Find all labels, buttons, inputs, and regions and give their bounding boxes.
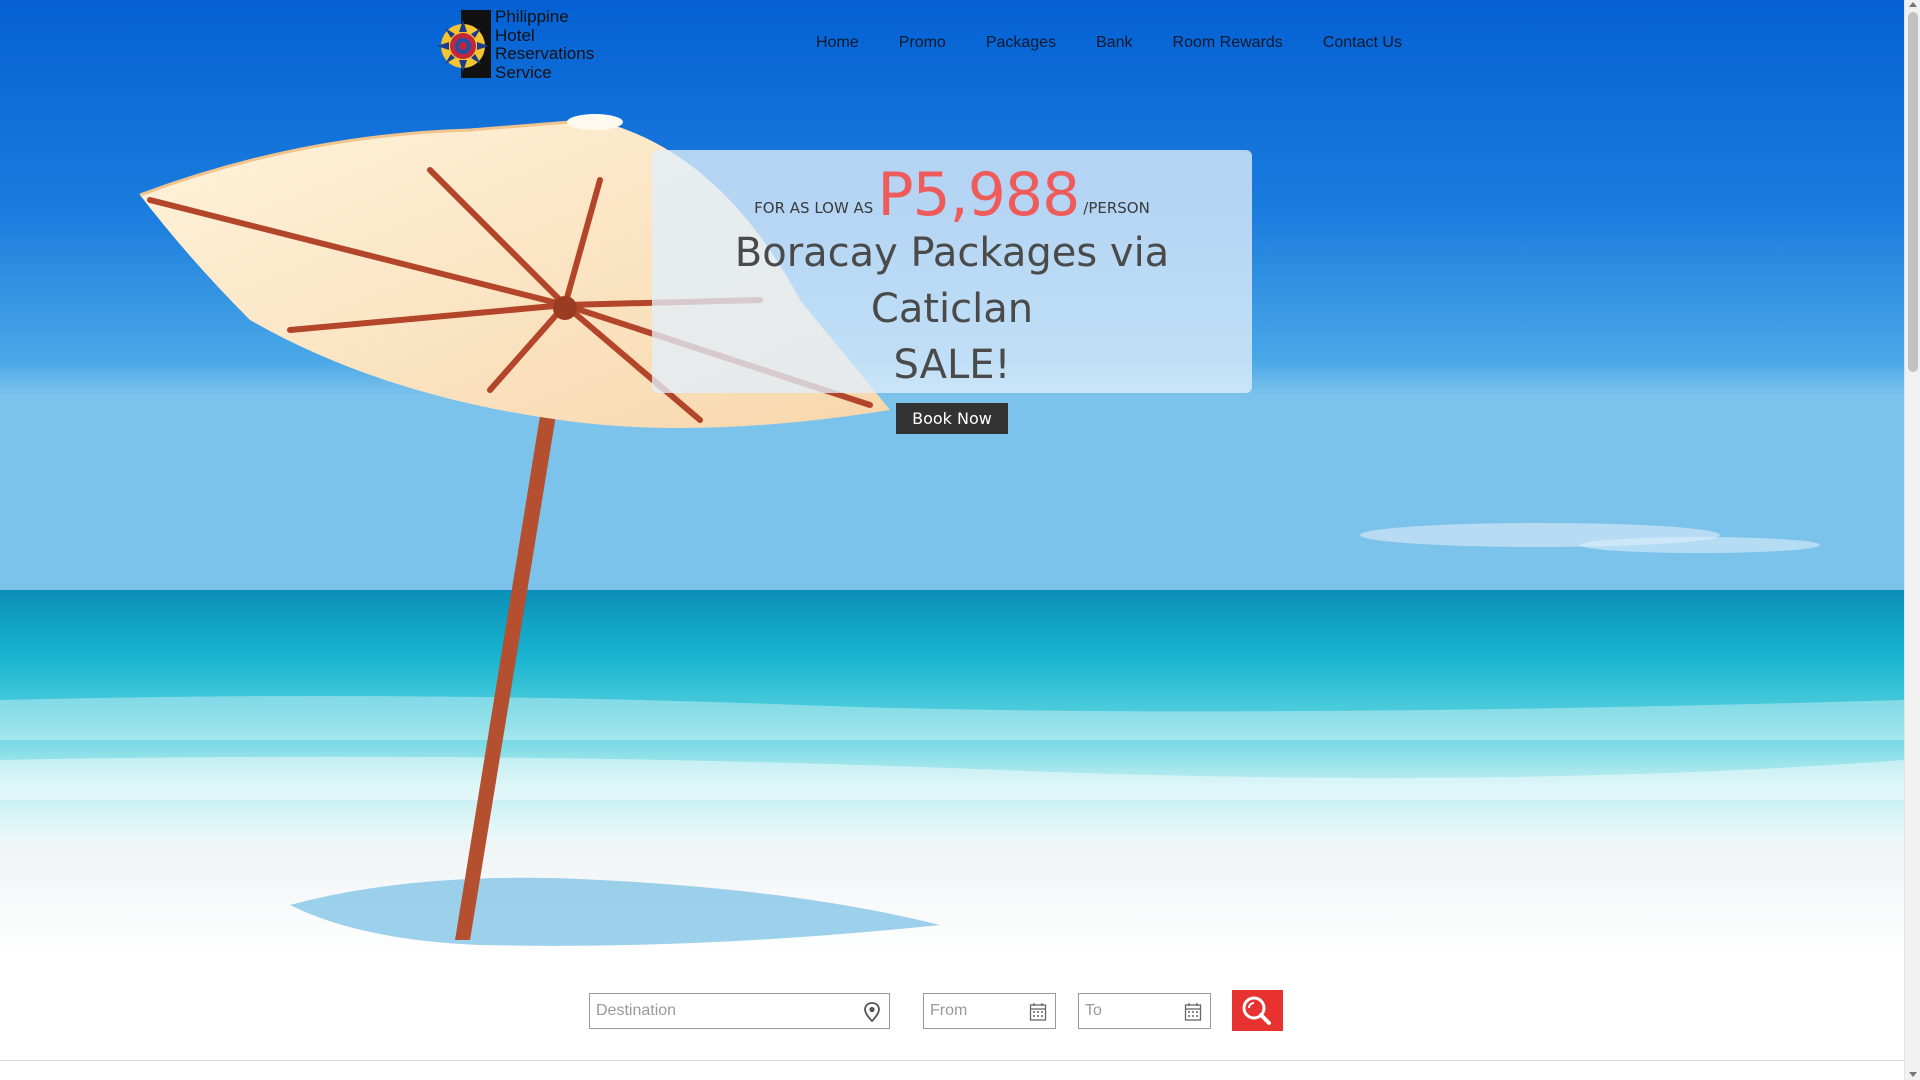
logo-text: Philippine Hotel Reservations Service <box>495 7 595 82</box>
nav-room-rewards[interactable]: Room Rewards <box>1173 34 1283 52</box>
nav-packages[interactable]: Packages <box>986 34 1056 52</box>
nav-contact-us[interactable]: Contact Us <box>1323 34 1402 52</box>
price-line: FOR AS LOW AS P5,988 /PERSON <box>652 163 1252 225</box>
site-logo[interactable]: Philippine Hotel Reservations Service <box>437 7 617 84</box>
nav-promo[interactable]: Promo <box>899 34 946 52</box>
sun-logo-icon <box>437 8 493 80</box>
destination-field <box>589 993 890 1029</box>
page: Philippine Hotel Reservations Service Ho… <box>0 0 1904 1080</box>
search-icon <box>1242 996 1271 1025</box>
search-button[interactable] <box>1232 990 1283 1031</box>
promo-title-line: Boracay Packages via Caticlan <box>734 230 1170 332</box>
logo-line: Reservations <box>495 44 595 63</box>
scroll-up-icon[interactable] <box>1909 2 1917 7</box>
search-bar <box>0 955 1904 1061</box>
nav-home[interactable]: Home <box>816 34 859 52</box>
scrollbar-thumb[interactable] <box>1908 12 1918 372</box>
promo-price: P5,988 <box>877 160 1080 230</box>
logo-line: Hotel <box>495 25 535 45</box>
logo-line: Service <box>495 62 552 82</box>
price-prefix: FOR AS LOW AS <box>754 199 874 217</box>
destination-input[interactable] <box>590 994 889 1028</box>
page-scrollbar[interactable] <box>1904 0 1920 1080</box>
price-suffix: /PERSON <box>1083 199 1150 217</box>
promo-card: FOR AS LOW AS P5,988 /PERSON Boracay Pac… <box>652 150 1252 434</box>
promo-title: Boracay Packages via Caticlan SALE! <box>652 225 1252 393</box>
scroll-down-icon[interactable] <box>1909 1072 1917 1077</box>
calendar-icon[interactable] <box>1029 1002 1047 1022</box>
logo-line: Philippine <box>495 7 569 26</box>
from-date-field <box>923 993 1056 1029</box>
promo-title-line: SALE! <box>893 342 1011 388</box>
map-pin-icon <box>863 1002 881 1023</box>
hero-banner: Philippine Hotel Reservations Service Ho… <box>0 0 1904 955</box>
nav-bank[interactable]: Bank <box>1096 34 1132 52</box>
beach-umbrella-image <box>0 0 1904 955</box>
to-date-field <box>1078 993 1211 1029</box>
book-now-button[interactable]: Book Now <box>896 403 1008 434</box>
main-nav: Home Promo Packages Bank Room Rewards Co… <box>816 34 1442 52</box>
calendar-icon[interactable] <box>1184 1002 1202 1022</box>
